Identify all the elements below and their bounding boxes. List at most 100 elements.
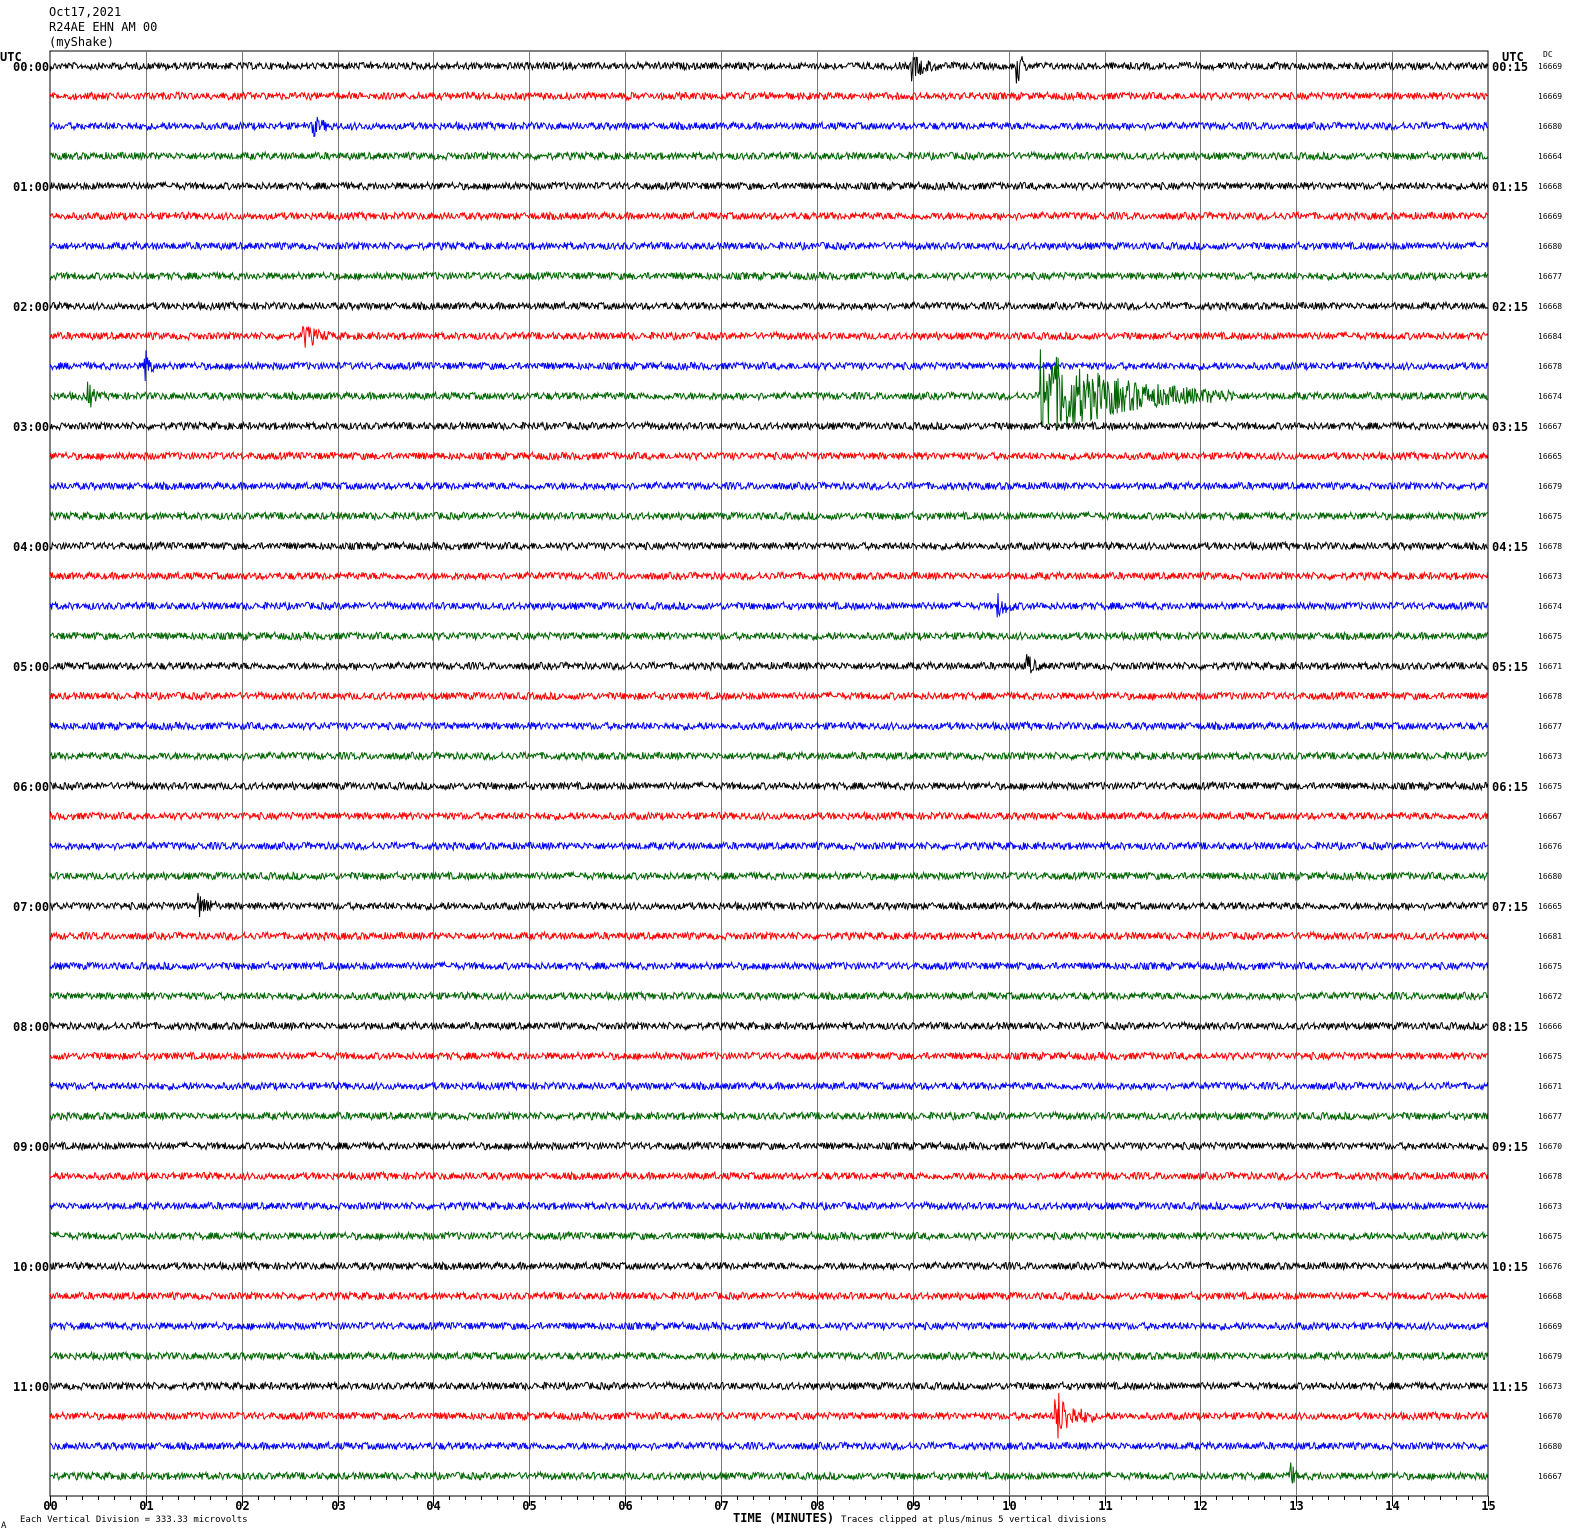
x-tick-label: 03 [331, 1499, 345, 1513]
dc-value: 16675 [1538, 782, 1562, 791]
seismic-trace [49, 150, 1489, 162]
seismic-trace [49, 510, 1488, 522]
seismic-trace [49, 300, 1488, 312]
x-tick-label: 02 [235, 1499, 249, 1513]
x-axis-title: TIME (MINUTES) [733, 1511, 834, 1525]
right-hour-label: 10:15 [1492, 1260, 1528, 1274]
x-tick-label: 12 [1193, 1499, 1207, 1513]
left-hour-label: 10:00 [13, 1260, 49, 1274]
dc-value: 16684 [1538, 332, 1562, 341]
right-hour-label: 02:15 [1492, 300, 1528, 314]
x-tick-label: 00 [43, 1499, 57, 1513]
dc-value: 16676 [1538, 842, 1562, 851]
dc-value: 16675 [1538, 1052, 1562, 1061]
x-tick-label: 07 [714, 1499, 728, 1513]
seismic-trace [49, 1440, 1488, 1452]
dc-value: 16666 [1538, 1022, 1562, 1031]
left-hour-label: 11:00 [13, 1380, 49, 1394]
date-label: Oct17,2021 [49, 5, 121, 19]
right-hour-label: 01:15 [1492, 180, 1528, 194]
dc-value: 16670 [1538, 1412, 1562, 1421]
x-tick-label: 13 [1289, 1499, 1303, 1513]
dc-value: 16669 [1538, 212, 1562, 221]
dc-value: 16680 [1538, 1442, 1562, 1451]
x-tick-label: 10 [1002, 1499, 1016, 1513]
dc-value: 16678 [1538, 1172, 1562, 1181]
left-hour-label: 00:00 [13, 60, 49, 74]
x-tick-label: 09 [906, 1499, 920, 1513]
seismic-trace [50, 1380, 1489, 1392]
seismic-trace [49, 840, 1488, 852]
left-hour-label: 06:00 [13, 780, 49, 794]
seismic-trace [49, 90, 1488, 102]
seismic-trace [49, 892, 1489, 918]
seismic-trace [49, 1020, 1488, 1032]
dc-value: 16675 [1538, 632, 1562, 641]
seismic-trace [49, 116, 1488, 138]
seismic-trace [49, 593, 1489, 618]
seismic-trace [49, 325, 1489, 348]
dc-value: 16669 [1538, 62, 1562, 71]
dc-value: 16673 [1538, 752, 1562, 761]
left-hour-labels: 00:00 01:00 02:00 03:00 04:00 05:00 06:00 07:00… [13, 60, 49, 1394]
dc-value: 16665 [1538, 452, 1562, 461]
seismic-trace [49, 870, 1488, 882]
dc-value: 16677 [1538, 1112, 1562, 1121]
dc-value: 16675 [1538, 512, 1562, 521]
seismic-trace [49, 780, 1489, 792]
right-hour-labels: 00:15 01:15 02:15 03:15 04:15 05:15 06:15 07:15… [1492, 60, 1528, 1394]
dc-value: 16680 [1538, 122, 1562, 131]
seismic-trace [49, 1140, 1489, 1152]
right-hour-label: 06:15 [1492, 780, 1528, 794]
right-hour-label: 09:15 [1492, 1140, 1528, 1154]
dc-value: 16679 [1538, 482, 1562, 491]
dc-value: 16678 [1538, 542, 1562, 551]
seismic-trace [49, 960, 1489, 972]
right-hour-label: 11:15 [1492, 1380, 1528, 1394]
dc-value-labels: 16669 16669 16680 16664 16668 16669 16680 16677… [1538, 62, 1562, 1481]
network-label: (myShake) [49, 35, 114, 49]
right-hour-label: 05:15 [1492, 660, 1528, 674]
seismic-trace [49, 654, 1489, 674]
seismic-trace [49, 810, 1489, 822]
right-hour-label: 07:15 [1492, 900, 1528, 914]
right-hour-label: 00:15 [1492, 60, 1528, 74]
seismic-trace [49, 1050, 1488, 1062]
station-label: R24AE EHN AM 00 [49, 20, 157, 34]
dc-value: 16673 [1538, 1202, 1562, 1211]
dc-value: 16677 [1538, 272, 1562, 281]
dc-value: 16668 [1538, 1292, 1562, 1301]
seismic-trace [49, 180, 1489, 192]
dc-value: 16673 [1538, 1382, 1562, 1391]
seismic-trace [49, 350, 1489, 382]
dc-value: 16669 [1538, 1322, 1562, 1331]
right-hour-label: 03:15 [1492, 420, 1528, 434]
dc-value: 16673 [1538, 572, 1562, 581]
seismic-trace [49, 750, 1488, 762]
dc-value: 16678 [1538, 692, 1562, 701]
dc-value: 16668 [1538, 182, 1562, 191]
seismic-trace [49, 450, 1489, 462]
dc-value: 16664 [1538, 152, 1562, 161]
x-tick-label: 01 [139, 1499, 153, 1513]
dc-value: 16667 [1538, 812, 1562, 821]
dc-value: 16681 [1538, 932, 1562, 941]
dc-value: 16674 [1538, 392, 1562, 401]
seismic-trace [49, 1200, 1489, 1212]
x-tick-label: 15 [1481, 1499, 1495, 1513]
seismic-trace [49, 1260, 1489, 1272]
dc-value: 16669 [1538, 92, 1562, 101]
seismic-trace [49, 1110, 1489, 1122]
dc-value: 16679 [1538, 1352, 1562, 1361]
right-hour-label: 04:15 [1492, 540, 1528, 554]
seismic-trace [49, 990, 1489, 1002]
scale-note: Each Vertical Division = 333.33 microvol… [20, 1515, 248, 1525]
left-hour-label: 01:00 [13, 180, 49, 194]
seismic-trace [49, 690, 1489, 702]
left-hour-label: 08:00 [13, 1020, 49, 1034]
seismic-trace [49, 540, 1488, 552]
left-hour-label: 04:00 [13, 540, 49, 554]
left-hour-label: 03:00 [13, 420, 49, 434]
dc-label: DC [1543, 50, 1553, 59]
seismic-trace [49, 1392, 1489, 1439]
